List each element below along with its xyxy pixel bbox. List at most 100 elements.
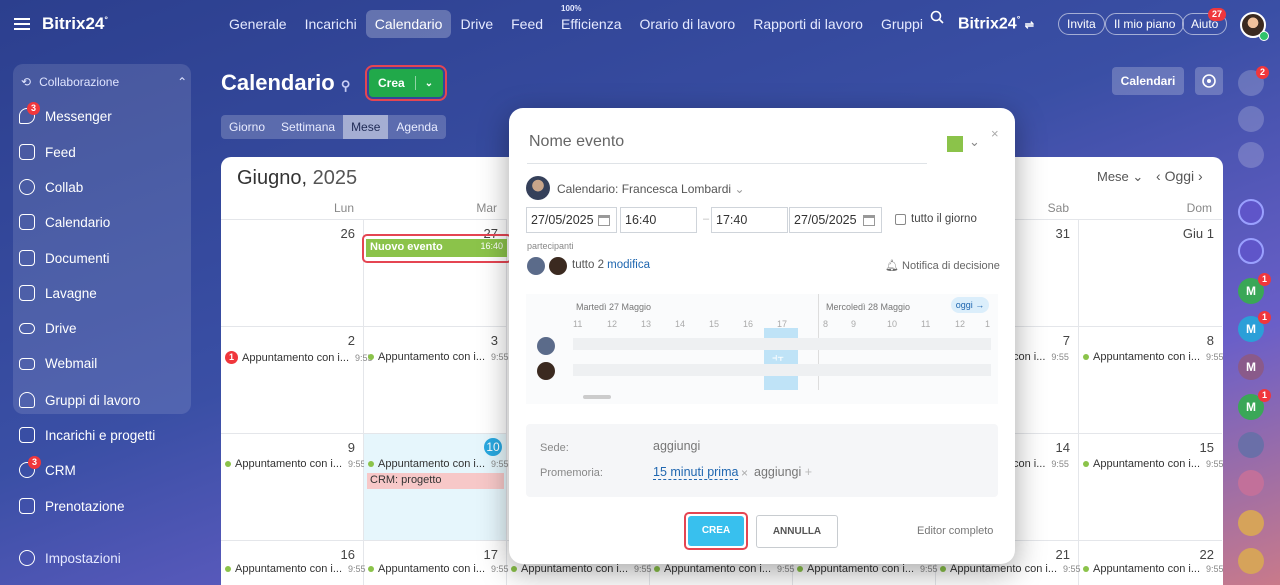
event-name-input[interactable]: Nome evento <box>527 130 927 164</box>
nav-feed[interactable]: Feed <box>502 10 552 38</box>
appointment-event[interactable]: Appuntamento con i... 9:55 <box>1083 563 1223 575</box>
sidebar-item-lavagne[interactable]: Lavagne <box>19 285 97 301</box>
close-icon[interactable]: × <box>991 126 999 141</box>
day-cell[interactable]: 17 Appuntamento con i... 9:55 <box>364 540 509 585</box>
appointment-event[interactable]: Appuntamento con i... 9:55 <box>368 458 509 470</box>
today-nav[interactable]: ‹ Oggi › <box>1156 168 1203 184</box>
invite-button[interactable]: Invita <box>1058 13 1105 35</box>
nav-incarichi[interactable]: Incarichi <box>296 10 366 38</box>
sidebar-item-prenotazione[interactable]: Prenotazione <box>19 498 125 514</box>
planner-row <box>573 364 991 376</box>
calendar-selector[interactable]: Calendario: Francesca Lombardi ⌄ <box>557 182 745 196</box>
channel-icon[interactable] <box>1238 199 1264 225</box>
day-cell[interactable]: 2 1 Appuntamento con i... 9:55 <box>221 326 373 433</box>
view-mese[interactable]: Mese <box>343 115 389 139</box>
location-input[interactable]: aggiungi <box>653 439 700 453</box>
time-to-input[interactable]: 17:40 <box>711 207 788 233</box>
channel-icon[interactable] <box>1238 238 1264 264</box>
appointment-event[interactable]: Appuntamento con i... 9:55 <box>511 563 652 575</box>
sidebar-settings[interactable]: Impostazioni <box>19 550 121 566</box>
appointment-event[interactable]: Appuntamento con i... 9:55 <box>1083 458 1223 470</box>
new-event-bar[interactable]: Nuovo evento 16:40 <box>366 239 507 257</box>
messenger-badge: 3 <box>27 102 41 115</box>
day-cell[interactable]: 16 Appuntamento con i... 9:55 <box>221 540 366 585</box>
crm-event[interactable]: CRM: progetto <box>367 473 504 489</box>
sidebar-item-incarichi[interactable]: Incarichi e progetti <box>19 427 155 443</box>
nav-drive[interactable]: Drive <box>451 10 502 38</box>
sidebar-item-gruppi[interactable]: Gruppi di lavoro <box>19 392 140 408</box>
view-giorno[interactable]: Giorno <box>221 115 273 139</box>
appointment-event[interactable]: Appuntamento con i... 9:55 <box>1083 351 1223 363</box>
appointment-event[interactable]: con i... 9:55 <box>1013 351 1069 363</box>
add-reminder-link[interactable]: aggiungi + <box>754 465 812 479</box>
sidebar-item-webmail[interactable]: Webmail <box>19 356 97 371</box>
appointment-event[interactable]: Appuntamento con i... 9:55 <box>225 458 366 470</box>
app-icon[interactable] <box>1238 548 1264 574</box>
create-label[interactable]: Crea <box>369 76 416 90</box>
nav-calendario[interactable]: Calendario <box>365 10 452 38</box>
today-cell[interactable]: 10 Appuntamento con i... 9:55 CRM: proget… <box>364 433 509 540</box>
appointment-event[interactable]: 1 Appuntamento con i... 9:55 <box>225 351 373 364</box>
notif-badge: 2 <box>1256 66 1270 79</box>
create-button[interactable]: Crea ⌄ <box>365 65 447 101</box>
sidebar-item-collab[interactable]: Collab <box>19 179 83 195</box>
sidebar-item-documenti[interactable]: Documenti <box>19 250 110 266</box>
menu-icon[interactable] <box>14 18 30 30</box>
view-settimana[interactable]: Settimana <box>273 115 343 139</box>
date-from-input[interactable]: 27/05/2025 <box>526 207 617 233</box>
brand[interactable]: Bitrix24° <box>14 14 108 34</box>
participant-avatar <box>537 337 555 355</box>
reminder-value[interactable]: 15 minuti prima <box>653 465 739 480</box>
appointment-event[interactable]: Appuntamento con i... 9:55 <box>368 351 509 363</box>
nav-gruppi[interactable]: Gruppi <box>872 10 932 38</box>
modify-link[interactable]: modifica <box>607 259 650 271</box>
date-to-input[interactable]: 27/05/2025 <box>789 207 882 233</box>
nav-orario[interactable]: Orario di lavoro <box>631 10 745 38</box>
appointment-event[interactable]: con i... 9:55 <box>1013 458 1069 470</box>
appointment-event[interactable]: Appuntamento con i... 9:55 <box>654 563 795 575</box>
sidebar-item-calendario[interactable]: Calendario <box>19 214 110 230</box>
day-cell[interactable]: Giu 1 <box>1079 219 1222 326</box>
nav-efficienza[interactable]: 100% Efficienza <box>552 4 630 38</box>
participants-summary[interactable]: tutto 2 modifica <box>572 259 650 271</box>
decision-notice[interactable]: 🔔︎ Notifica di decisione <box>885 259 1000 272</box>
day-cell[interactable]: 9 Appuntamento con i... 9:55 <box>221 433 366 540</box>
planner-scrollbar[interactable] <box>583 395 611 399</box>
cancel-button[interactable]: ANNULLA <box>756 515 838 548</box>
chevron-down-icon[interactable]: ⌄ <box>416 78 442 89</box>
day-cell[interactable]: 15 Appuntamento con i... 9:55 <box>1079 433 1223 540</box>
color-swatch[interactable] <box>947 136 963 152</box>
sidebar-item-feed[interactable]: Feed <box>19 144 76 160</box>
sidebar-section[interactable]: ⟲ Collaborazione ⌃ <box>21 75 187 89</box>
remove-reminder-icon[interactable]: × <box>741 466 748 480</box>
full-editor-link[interactable]: Editor completo <box>917 525 993 537</box>
mode-select[interactable]: Mese ⌄ <box>1097 169 1143 185</box>
calendars-button[interactable]: Calendari <box>1112 67 1184 95</box>
chevron-down-icon[interactable]: ⌄ <box>969 134 980 150</box>
view-agenda[interactable]: Agenda <box>388 115 445 139</box>
plan-button[interactable]: Il mio piano <box>1105 13 1185 35</box>
appointment-event[interactable]: Appuntamento con i... 9:55 <box>368 563 509 575</box>
appointment-event[interactable]: Appuntamento con i... 9:55 <box>797 563 938 575</box>
nav-rapporti[interactable]: Rapporti di lavoro <box>744 10 872 38</box>
copilot-icon[interactable] <box>1238 106 1264 132</box>
appointment-event[interactable]: Appuntamento con i... 9:55 <box>940 563 1081 575</box>
bookmark-icon[interactable] <box>1238 470 1264 496</box>
day-cell[interactable]: 22 Appuntamento con i... 9:55 <box>1079 540 1223 585</box>
chat-icon[interactable] <box>1238 510 1264 536</box>
chat-icon[interactable] <box>1238 142 1264 168</box>
sidebar-item-drive[interactable]: Drive <box>19 321 77 336</box>
contact-avatar[interactable]: M <box>1238 354 1264 380</box>
day-cell[interactable]: 3 Appuntamento con i... 9:55 <box>364 326 509 433</box>
appointment-event[interactable]: Appuntamento con i... 9:55 <box>225 563 366 575</box>
search-icon[interactable] <box>930 10 944 24</box>
day-cell[interactable]: 26 <box>221 219 364 326</box>
nav-generale[interactable]: Generale <box>220 10 296 38</box>
time-from-input[interactable]: 16:40 <box>620 207 697 233</box>
today-button[interactable]: oggi → <box>951 297 989 313</box>
all-day-checkbox[interactable] <box>895 214 906 225</box>
day-cell[interactable]: 8 Appuntamento con i... 9:55 <box>1079 326 1223 433</box>
create-event-button[interactable]: CREA <box>688 516 744 546</box>
contact-avatar[interactable] <box>1238 432 1264 458</box>
settings-button[interactable] <box>1195 67 1223 95</box>
